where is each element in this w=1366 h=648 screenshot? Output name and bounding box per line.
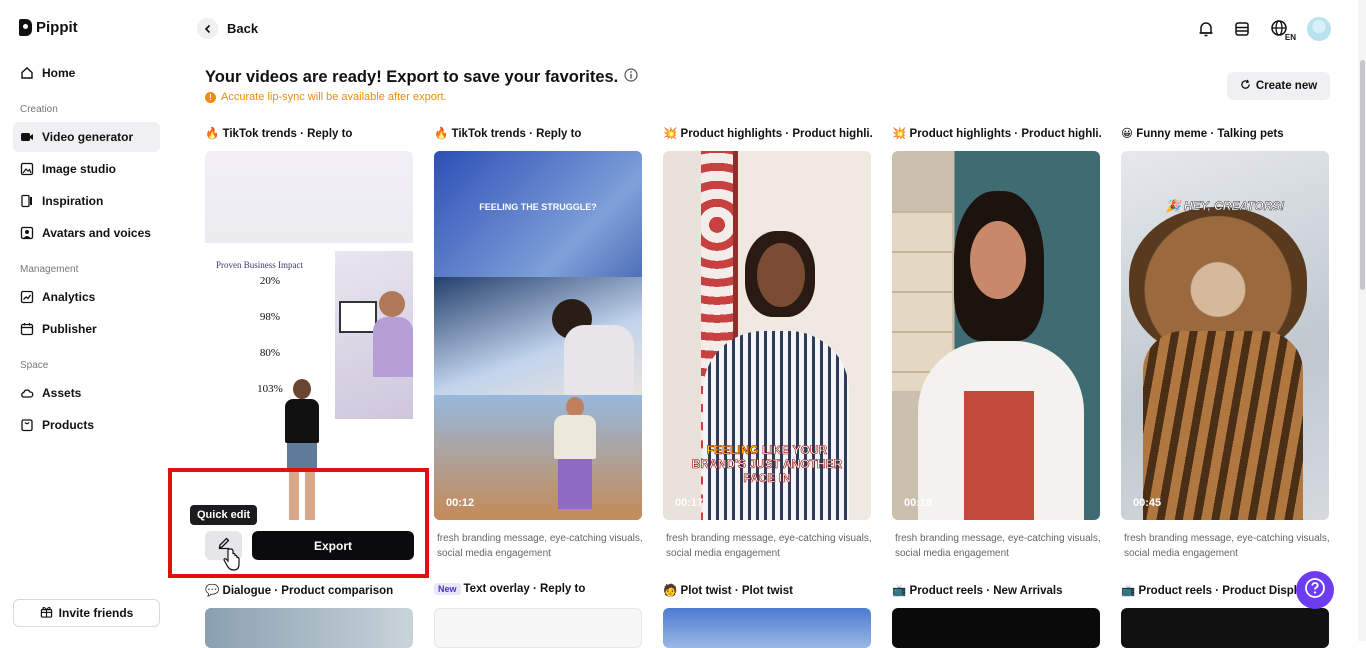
stat-value: 98%: [259, 311, 281, 323]
section-creation: Creation: [20, 104, 58, 115]
video-description: fresh branding message, eye-catching vis…: [666, 533, 872, 559]
lip-sync-notice: ! Accurate lip-sync will be available af…: [205, 91, 447, 103]
sidebar-item-label: Assets: [42, 386, 82, 400]
avatar-icon: [20, 226, 34, 240]
video-caption: 🎉 HEY, CREATORS!: [1165, 199, 1285, 214]
card-title: 💥 Product highlights · Product highli...: [663, 128, 873, 140]
card-title: 📺 Product reels · Product Display: [1121, 585, 1296, 597]
sidebar-item-assets[interactable]: Assets: [13, 378, 160, 408]
user-avatar[interactable]: [1307, 17, 1331, 41]
pippit-logo-icon: [19, 19, 32, 36]
warning-icon: !: [205, 91, 216, 103]
video-description: fresh branding message, eye-catching vis…: [895, 533, 1101, 559]
back-label: Back: [227, 21, 259, 36]
image-icon: [20, 162, 34, 176]
sidebar-item-label: Products: [42, 418, 95, 432]
video-thumbnail[interactable]: 00:18: [892, 151, 1100, 520]
refresh-icon: [1240, 79, 1251, 93]
language-globe-icon[interactable]: EN: [1267, 18, 1296, 42]
sidebar-item-label: Inspiration: [42, 194, 104, 208]
video-duration: 00:18: [904, 497, 933, 509]
stat-value: 20%: [259, 275, 281, 287]
page-title: Your videos are ready! Export to save yo…: [205, 68, 638, 87]
video-caption: FEELING THE STRUGGLE?: [479, 202, 597, 212]
video-duration: 00:17: [675, 497, 704, 509]
sidebar-item-label: Avatars and voices: [42, 226, 151, 240]
office-photo: [335, 251, 413, 419]
hand-cursor-icon: [222, 548, 242, 577]
sidebar-item-label: Image studio: [42, 162, 117, 176]
highlight-annotation: [168, 468, 429, 578]
card-title: 🔥 TikTok trends · Reply to: [205, 128, 353, 140]
stat-value: 80%: [259, 347, 281, 359]
video-thumbnail[interactable]: [434, 608, 642, 648]
sidebar-item-video-generator[interactable]: Video generator: [13, 122, 160, 152]
card-title: New Text overlay · Reply to: [434, 583, 644, 595]
video-thumbnail[interactable]: [663, 608, 871, 648]
bag-icon: [20, 418, 34, 432]
sidebar-item-label: Home: [42, 66, 76, 80]
video-thumbnail[interactable]: [892, 608, 1100, 648]
help-button[interactable]: [1296, 571, 1334, 609]
sidebar-item-publisher[interactable]: Publisher: [13, 314, 160, 344]
invite-label: Invite friends: [58, 606, 134, 620]
video-duration: 00:12: [446, 497, 475, 509]
credits-icon[interactable]: [1231, 18, 1253, 40]
sidebar-item-avatars-voices[interactable]: Avatars and voices: [13, 218, 160, 248]
notice-text: Accurate lip-sync will be available afte…: [221, 91, 447, 103]
video-thumbnail[interactable]: [1121, 608, 1329, 648]
sidebar-item-home[interactable]: Home: [13, 58, 160, 88]
sidebar: Pippit Home Creation Video generator Ima…: [0, 0, 174, 641]
home-icon: [20, 66, 34, 80]
chevron-left-icon: [197, 18, 218, 39]
question-icon: [1304, 577, 1326, 604]
book-icon: [20, 194, 34, 208]
info-icon[interactable]: [624, 68, 638, 87]
gift-icon: [40, 605, 53, 621]
video-description: fresh branding message, eye-catching vis…: [437, 533, 643, 559]
card-title: 🔥 TikTok trends · Reply to: [434, 128, 582, 140]
chart-icon: [20, 290, 34, 304]
card-title: 📺 Product reels · New Arrivals: [892, 585, 1063, 597]
sidebar-item-label: Analytics: [42, 290, 96, 304]
new-badge: New: [434, 583, 461, 595]
header-actions: EN: [1195, 17, 1331, 42]
video-thumbnail[interactable]: Proven Business Impact 20% 98% 80% 103%: [205, 151, 413, 520]
language-code: EN: [1284, 33, 1296, 42]
sidebar-item-label: Publisher: [42, 322, 97, 336]
section-management: Management: [20, 264, 79, 275]
create-new-label: Create new: [1255, 80, 1318, 92]
sidebar-item-image-studio[interactable]: Image studio: [13, 154, 160, 184]
bell-icon[interactable]: [1195, 18, 1217, 40]
sidebar-item-products[interactable]: Products: [13, 410, 160, 440]
back-button[interactable]: Back: [197, 18, 258, 39]
document-title: Proven Business Impact: [216, 260, 303, 270]
video-thumbnail[interactable]: FEELING THE STRUGGLE? 00:12: [434, 151, 642, 520]
app-logo[interactable]: Pippit: [19, 19, 78, 36]
video-description: fresh branding message, eye-catching vis…: [1124, 533, 1330, 559]
sidebar-item-inspiration[interactable]: Inspiration: [13, 186, 160, 216]
card-title: 🧑 Plot twist · Plot twist: [663, 585, 793, 597]
calendar-icon: [20, 322, 34, 336]
app-name: Pippit: [36, 19, 78, 36]
cloud-icon: [20, 386, 34, 400]
card-title: 😀 Funny meme · Talking pets: [1121, 128, 1284, 140]
chat-icon: 💬: [205, 585, 220, 597]
create-new-button[interactable]: Create new: [1227, 72, 1330, 100]
sidebar-item-analytics[interactable]: Analytics: [13, 282, 160, 312]
card-title: 💥 Product highlights · Product highli...: [892, 128, 1102, 140]
video-thumbnail[interactable]: 🎉 HEY, CREATORS! 00:45: [1121, 151, 1329, 520]
scrollbar-thumb[interactable]: [1360, 60, 1365, 290]
card-title: 💬 Dialogue · Product comparison: [205, 585, 394, 597]
video-thumbnail[interactable]: FEELING LIKE YOUR BRAND'S JUST ANOTHER F…: [663, 151, 871, 520]
video-duration: 00:45: [1133, 497, 1162, 509]
sidebar-item-label: Video generator: [42, 130, 134, 144]
video-thumbnail[interactable]: [205, 608, 413, 648]
video-icon: [20, 130, 34, 144]
invite-friends-button[interactable]: Invite friends: [13, 599, 160, 627]
section-space: Space: [20, 360, 49, 371]
video-caption: FEELING LIKE YOUR BRAND'S JUST ANOTHER F…: [691, 443, 843, 486]
page-title-text: Your videos are ready! Export to save yo…: [205, 68, 619, 86]
